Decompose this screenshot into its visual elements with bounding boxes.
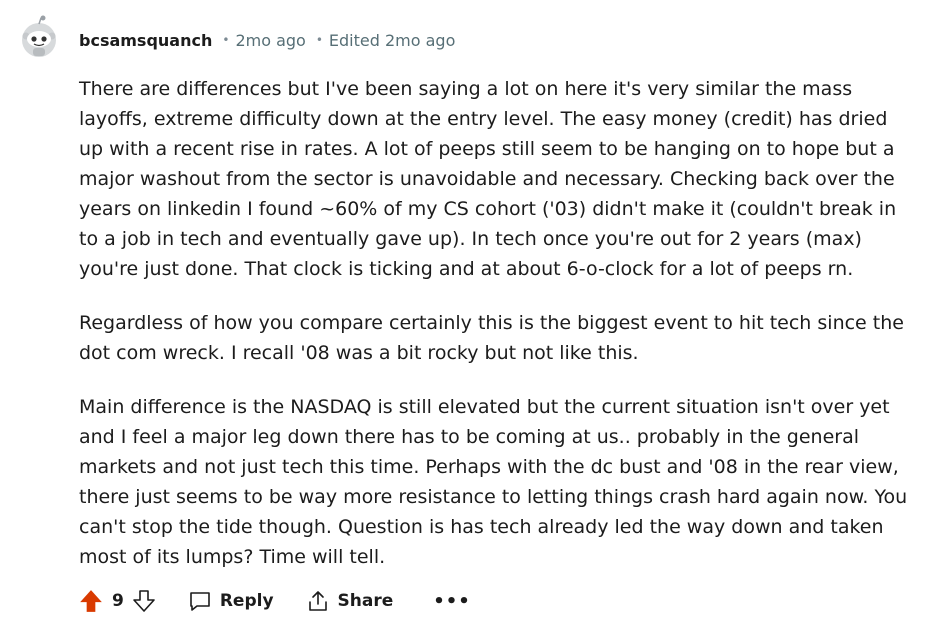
share-label: Share <box>337 591 394 611</box>
comment-paragraph: Main difference is the NASDAQ is still e… <box>79 396 908 568</box>
avatar[interactable] <box>18 14 60 58</box>
comment-paragraph: Regardless of how you compare certainly … <box>79 312 904 364</box>
upvote-arrow-icon[interactable] <box>78 588 104 614</box>
snoo-avatar-icon <box>22 15 56 57</box>
comment-actions: 9 Reply Share ••• <box>78 586 471 616</box>
separator-dot: • <box>222 33 230 47</box>
share-icon <box>306 589 330 613</box>
downvote-arrow-icon[interactable] <box>132 589 156 613</box>
ellipsis-icon[interactable]: ••• <box>433 591 471 612</box>
separator-dot: • <box>315 33 323 47</box>
share-button[interactable]: Share <box>306 589 394 613</box>
author-username[interactable]: bcsamsquanch <box>79 31 212 50</box>
comment-paragraph: There are differences but I've been sayi… <box>79 78 897 280</box>
comment-header: bcsamsquanch • 2mo ago • Edited 2mo ago <box>79 28 455 52</box>
vote-controls: 9 <box>78 588 156 614</box>
edited-timestamp: Edited 2mo ago <box>328 30 456 50</box>
comment-body: There are differences but I've been sayi… <box>79 74 909 596</box>
reply-button[interactable]: Reply <box>188 589 274 613</box>
speech-bubble-icon <box>188 589 212 613</box>
vote-score: 9 <box>112 591 124 611</box>
comment-timestamp[interactable]: 2mo ago <box>235 31 305 50</box>
reply-label: Reply <box>219 591 274 611</box>
